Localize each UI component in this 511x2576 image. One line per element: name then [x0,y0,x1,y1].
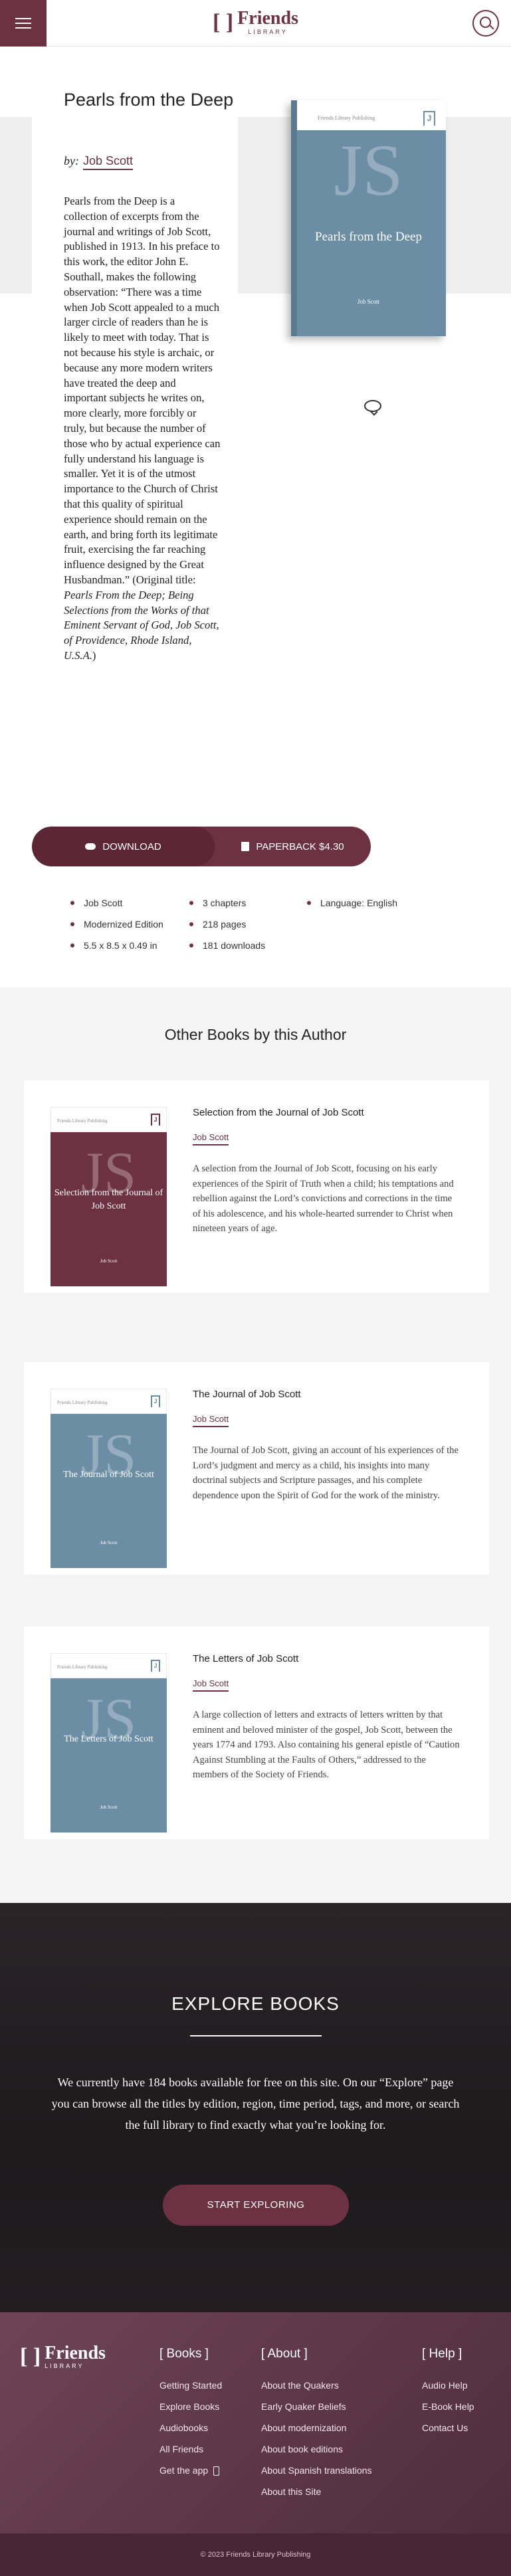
card-title[interactable]: The Letters of Job Scott [193,1653,298,1664]
meta-item: Modernized Edition [70,914,163,935]
download-button[interactable]: DOWNLOAD [32,827,215,866]
card-cover-title: Selection from the Journal of Job Scott [54,1188,163,1211]
footer-about-column: [ About ] About the Quakers Early Quaker… [261,2347,372,2502]
description-text: Pearls from the Deep is a collection of … [64,195,221,586]
cover-logo-icon: J [151,1660,160,1672]
cover-publisher: Friends Library Publishing [318,115,375,121]
search-icon[interactable] [472,10,499,37]
site-logo[interactable]: [ ] Friends LIBRARY [213,9,298,35]
cover-title: Pearls from the Deep [315,230,422,244]
footer-help-heading: [ Help ] [422,2347,462,2361]
card-title[interactable]: Selection from the Journal of Job Scott [193,1107,364,1118]
footer-logo[interactable]: [ ] Friends LIBRARY [20,2344,106,2370]
top-nav: [ ] Friends LIBRARY [0,0,511,47]
footer-books-heading: [ Books ] [159,2347,209,2361]
footer-link[interactable]: All Friends [159,2438,222,2460]
card-description: The Journal of Job Scott, giving an acco… [193,1445,459,1501]
card-description: A selection from the Journal of Job Scot… [193,1163,454,1234]
meta-item: Language: English [307,892,397,914]
footer-link[interactable]: About the Quakers [261,2375,372,2396]
book-author-line: by: Job Scott [64,154,134,170]
other-books-heading: Other Books by this Author [164,1026,347,1043]
card-cover-title: The Letters of Job Scott [64,1734,153,1744]
meta-item: Job Scott [70,892,163,914]
footer-link[interactable]: About modernization [261,2417,372,2438]
explore-heading: EXPLORE BOOKS [171,1993,340,2014]
logo-subtext: LIBRARY [248,29,288,35]
footer-help-column: [ Help ] Audio Help E-Book Help Contact … [422,2347,474,2438]
book-cover[interactable]: Friends Library Publishing J JS Pearls f… [291,100,446,336]
book-title: Pearls from the Deep [64,90,234,110]
phone-icon [213,2466,220,2476]
hamburger-icon [15,18,31,19]
footer-link[interactable]: Get the app [159,2460,222,2481]
book-icon [241,842,250,851]
book-card[interactable]: Friends Library Publishing J JS Selectio… [24,1080,489,1293]
by-label: by: [64,154,79,167]
book-card[interactable]: Friends Library Publishing J JS The Lett… [24,1627,489,1839]
rotate-cover-icon[interactable] [364,400,381,412]
card-author-link[interactable]: Job Scott [193,1132,229,1145]
footer-books-column: [ Books ] Getting Started Explore Books … [159,2347,222,2481]
explore-text: We currently have 184 books available fo… [51,2076,460,2131]
footer-link[interactable]: Contact Us [422,2417,474,2438]
book-description: Pearls from the Deep is a collection of … [64,195,221,662]
book-meta-col1: Job Scott Modernized Edition 5.5 x 8.5 x… [70,892,163,956]
meta-item: 3 chapters [189,892,265,914]
meta-item: 181 downloads [189,935,265,956]
cover-initials: JS [334,130,403,211]
card-author-link[interactable]: Job Scott [193,1678,229,1692]
book-meta-col2: 3 chapters 218 pages 181 downloads [189,892,265,956]
explore-section: EXPLORE BOOKS We currently have 184 book… [0,1903,511,2312]
paperback-button[interactable]: PAPERBACK $4.30 [215,827,371,866]
footer-link[interactable]: Audio Help [422,2375,474,2396]
start-exploring-button[interactable]: START EXPLORING [163,2185,349,2226]
logo-bracket: [ ] [213,9,234,35]
card-description: A large collection of letters and extrac… [193,1710,460,1780]
footer: [ ] Friends LIBRARY [ Books ] Getting St… [0,2312,511,2576]
footer-about-heading: [ About ] [261,2347,308,2361]
card-title[interactable]: The Journal of Job Scott [193,1389,301,1400]
logo-text: Friends [237,8,298,29]
menu-button[interactable] [0,0,47,47]
card-author-link[interactable]: Job Scott [193,1414,229,1427]
footer-link[interactable]: E-Book Help [422,2396,474,2417]
original-title: Pearls From the Deep; Being Selections f… [64,588,219,662]
cover-logo-icon: J [151,1114,160,1126]
cover-logo-icon: J [423,111,435,126]
book-card[interactable]: Friends Library Publishing J JS The Jour… [24,1362,489,1575]
footer-link[interactable]: About this Site [261,2481,372,2502]
meta-item: 5.5 x 8.5 x 0.49 in [70,935,163,956]
footer-link[interactable]: About Spanish translations [261,2460,372,2481]
footer-link[interactable]: About book editions [261,2438,372,2460]
cloud-download-icon [85,843,96,850]
cover-logo-icon: J [151,1395,160,1407]
card-cover[interactable]: Friends Library Publishing J JS The Lett… [51,1653,167,1833]
footer-link[interactable]: Explore Books [159,2396,222,2417]
divider [190,2035,322,2036]
card-cover-title: The Journal of Job Scott [63,1470,154,1480]
book-meta-col3: Language: English [307,892,397,914]
copyright: © 2023 Friends Library Publishing [0,2533,511,2576]
card-cover[interactable]: Friends Library Publishing J JS Selectio… [51,1107,167,1286]
card-cover[interactable]: Friends Library Publishing J JS The Jour… [51,1389,167,1568]
footer-link[interactable]: Early Quaker Beliefs [261,2396,372,2417]
cover-author: Job Scott [357,298,380,305]
footer-link[interactable]: Getting Started [159,2375,222,2396]
author-link[interactable]: Job Scott [82,154,134,170]
meta-item: 218 pages [189,914,265,935]
footer-link[interactable]: Audiobooks [159,2417,222,2438]
action-buttons: DOWNLOAD PAPERBACK $4.30 [32,827,371,866]
